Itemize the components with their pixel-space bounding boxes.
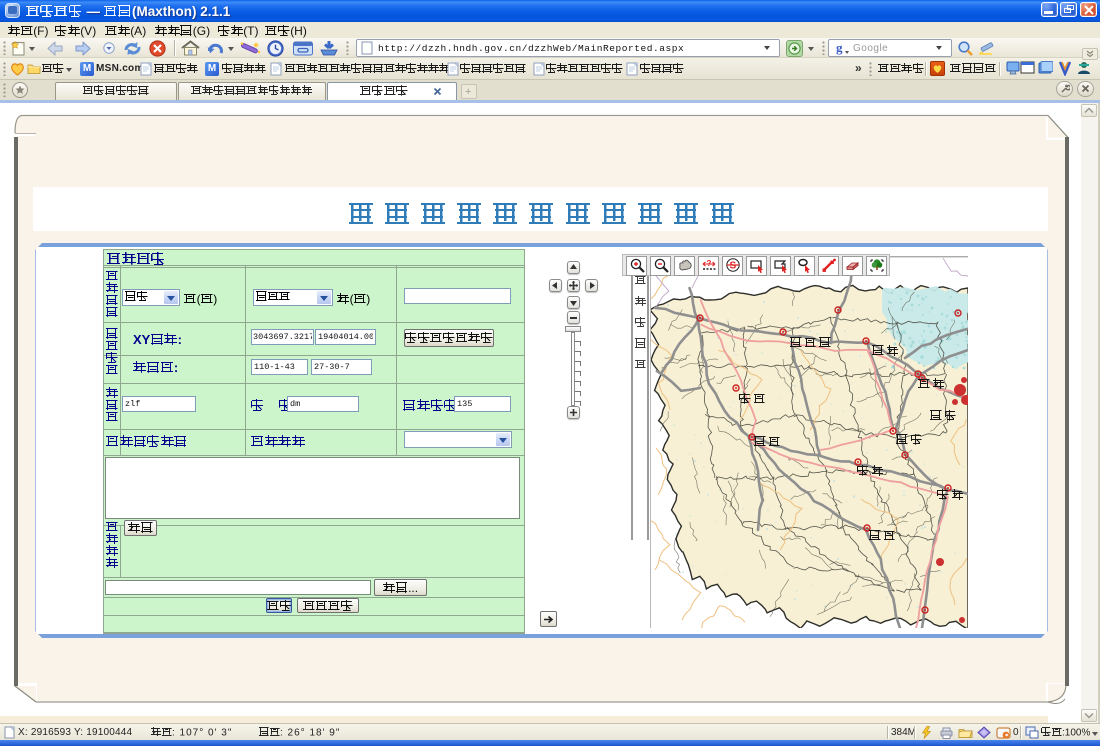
svg-text:?: ?: [707, 259, 712, 268]
svg-text:S: S: [730, 261, 737, 272]
